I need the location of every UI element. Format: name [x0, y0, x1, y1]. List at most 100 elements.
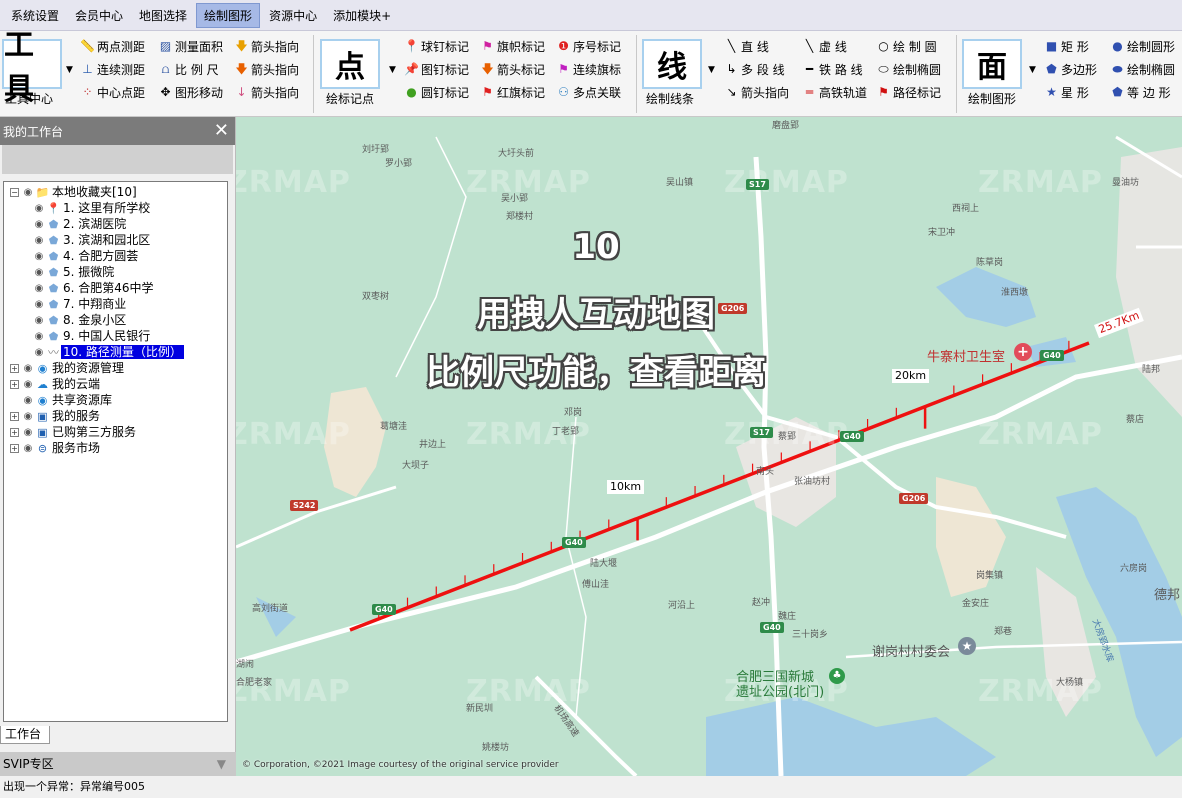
tool-center-button[interactable]: 工具	[2, 28, 62, 107]
chevron-down-icon[interactable]: ▼	[66, 65, 73, 75]
red-flag-marker-button[interactable]: ⚑ 红旗标记	[480, 83, 545, 101]
chevron-down-icon[interactable]: ▼	[1029, 65, 1036, 75]
continuous-flag-button[interactable]: ⚑ 连续旗标	[556, 60, 621, 78]
straight-line-button[interactable]: ╲ 直 线	[724, 37, 769, 55]
park-tree-icon[interactable]: ♣	[829, 668, 845, 684]
draw-face-button[interactable]: 面	[962, 39, 1022, 89]
round-pin-marker-button[interactable]: ● 圆钉标记	[404, 83, 469, 101]
draw-circle-button[interactable]: ○ 绘 制 圆	[876, 37, 936, 55]
eye-icon[interactable]: ◉	[32, 283, 46, 294]
arrow-point-button-2[interactable]: 🡇 箭头指向	[234, 60, 299, 78]
eye-icon[interactable]: ◉	[32, 267, 46, 278]
menu-map-select[interactable]: 地图选择	[132, 4, 194, 27]
menu-add-module[interactable]: 添加模块+	[326, 4, 398, 27]
number-marker-button[interactable]: ❶ 序号标记	[556, 37, 621, 55]
draw-ellipse-shape-button[interactable]: ⬬ 绘制椭圆	[1110, 60, 1175, 78]
road-shield-g40: G40	[1040, 350, 1064, 361]
tree-node-cloud[interactable]: + ◉ ☁ 我的云端	[4, 376, 227, 392]
chevron-down-icon[interactable]: ▼	[708, 65, 715, 75]
tree-item[interactable]: ◉ 📍 1. 这里有所学校	[4, 200, 227, 216]
tree-item[interactable]: ◉ ⬟ 6. 合肥第46中学	[4, 280, 227, 296]
government-icon[interactable]: ★	[958, 637, 976, 655]
tree-node-services[interactable]: + ◉ ▣ 我的服务	[4, 408, 227, 424]
collapse-icon[interactable]: −	[10, 187, 19, 197]
chevron-down-icon[interactable]: ▼	[389, 65, 396, 75]
arrow-point-button-1[interactable]: 🡇 箭头指向	[234, 37, 299, 55]
eye-icon[interactable]: ◉	[21, 395, 35, 406]
path-marker-button[interactable]: ⚑ 路径标记	[876, 83, 941, 101]
tree-node-purchased[interactable]: + ◉ ▣ 已购第三方服务	[4, 424, 227, 440]
eye-icon[interactable]: ◉	[21, 379, 35, 390]
tree-item[interactable]: ◉ ⬟ 2. 滨湖医院	[4, 216, 227, 232]
ball-pin-marker-button[interactable]: 📍 球钉标记	[404, 37, 469, 55]
thumbtack-marker-button[interactable]: 📌 图钉标记	[404, 60, 469, 78]
flag-marker-button[interactable]: ⚑ 旗帜标记	[480, 37, 545, 55]
eye-icon[interactable]: ◉	[21, 411, 35, 422]
arrow-marker-button[interactable]: 🡇 箭头标记	[480, 60, 545, 78]
polygon-button[interactable]: ⬟ 多边形	[1044, 60, 1097, 78]
expand-icon[interactable]: +	[10, 379, 19, 389]
arrow-line-button[interactable]: ↘ 箭头指向	[724, 83, 789, 101]
tree-item-selected[interactable]: ◉ 〰 10. 路径测量（比例）	[4, 344, 227, 360]
place-label: 姚楼坊	[482, 743, 510, 753]
eye-icon[interactable]: ◉	[21, 187, 35, 198]
tree-root[interactable]: − ◉ 📁 本地收藏夹[10]	[4, 184, 227, 200]
menu-member-center[interactable]: 会员中心	[68, 4, 130, 27]
equilateral-button[interactable]: ⬟ 等 边 形	[1110, 83, 1170, 101]
poi-village-committee-label[interactable]: 谢岗村村委会	[872, 641, 950, 660]
tree-item[interactable]: ◉ ⬟ 3. 滨湖和园北区	[4, 232, 227, 248]
eye-icon[interactable]: ◉	[32, 315, 46, 326]
expand-icon[interactable]: +	[10, 443, 19, 453]
tree-node-market[interactable]: + ◉ ⊜ 服务市场	[4, 440, 227, 456]
shape-move-button[interactable]: ✥ 图形移动	[158, 83, 223, 101]
highspeed-rail-button[interactable]: ═ 高铁轨道	[802, 83, 867, 101]
expand-icon[interactable]: +	[10, 411, 19, 421]
two-point-measure-button[interactable]: 📏 两点测距	[80, 37, 145, 55]
draw-point-button[interactable]: 点	[320, 39, 380, 89]
tree-node-resources[interactable]: + ◉ ◉ 我的资源管理	[4, 360, 227, 376]
menu-resource-center[interactable]: 资源中心	[262, 4, 324, 27]
eye-icon[interactable]: ◉	[21, 427, 35, 438]
favorites-tree[interactable]: − ◉ 📁 本地收藏夹[10] ◉ 📍 1. 这里有所学校 ◉ ⬟ 2. 滨湖医院 ◉ ⬟ 3. …	[3, 181, 228, 722]
star-button[interactable]: ★ 星 形	[1044, 83, 1089, 101]
watermark: ZRMAP	[724, 165, 849, 200]
eye-icon[interactable]: ◉	[32, 347, 46, 358]
menu-draw-shapes[interactable]: 绘制图形	[196, 2, 261, 28]
eye-icon[interactable]: ◉	[32, 251, 46, 262]
tree-item[interactable]: ◉ ⬟ 7. 中翔商业	[4, 296, 227, 312]
polyline-button[interactable]: ↳ 多 段 线	[724, 60, 784, 78]
draw-ellipse-line-button[interactable]: ⬭ 绘制椭圆	[876, 60, 941, 78]
draw-circle-shape-button[interactable]: ● 绘制圆形	[1110, 37, 1175, 55]
expand-icon[interactable]: +	[10, 363, 19, 373]
tree-node-shared[interactable]: ◉ ◉ 共享资源库	[4, 392, 227, 408]
tab-workbench[interactable]: 工作台	[0, 726, 50, 744]
tree-item[interactable]: ◉ ⬟ 8. 金泉小区	[4, 312, 227, 328]
railway-line-button[interactable]: ━ 铁 路 线	[802, 60, 863, 78]
scale-button[interactable]: ⩍ 比 例 尺	[158, 60, 219, 78]
map-canvas[interactable]: ZRMAP ZRMAP ZRMAP ZRMAP ZRMAP ZRMAP ZRMA…	[236, 117, 1182, 776]
eye-icon[interactable]: ◉	[32, 203, 46, 214]
arrow-point-button-3[interactable]: ↓ 箭头指向	[234, 83, 299, 101]
continuous-measure-button[interactable]: ⊥ 连续测距	[80, 60, 145, 78]
center-distance-button[interactable]: ⁘ 中心点距	[80, 83, 145, 101]
eye-icon[interactable]: ◉	[32, 299, 46, 310]
eye-icon[interactable]: ◉	[32, 331, 46, 342]
eye-icon[interactable]: ◉	[21, 443, 35, 454]
dashed-line-button[interactable]: ╲ 虚 线	[802, 37, 847, 55]
link-nodes-icon: ⚇	[558, 85, 569, 99]
tree-item[interactable]: ◉ ⬟ 9. 中国人民银行	[4, 328, 227, 344]
expand-icon[interactable]: +	[10, 427, 19, 437]
rectangle-button[interactable]: ■ 矩 形	[1044, 37, 1089, 55]
close-icon[interactable]: ✕	[214, 122, 229, 140]
tree-item[interactable]: ◉ ⬟ 5. 振微院	[4, 264, 227, 280]
hospital-icon[interactable]: +	[1014, 343, 1032, 361]
eye-icon[interactable]: ◉	[21, 363, 35, 374]
svip-panel[interactable]: SVIP专区 ▼	[0, 752, 236, 776]
eye-icon[interactable]: ◉	[32, 235, 46, 246]
draw-line-button[interactable]: 线	[642, 39, 702, 89]
chevron-down-icon[interactable]: ▼	[217, 752, 226, 776]
tree-item[interactable]: ◉ ⬟ 4. 合肥方圆荟	[4, 248, 227, 264]
measure-area-button[interactable]: ▨ 测量面积	[158, 37, 223, 55]
eye-icon[interactable]: ◉	[32, 219, 46, 230]
multi-point-link-button[interactable]: ⚇ 多点关联	[556, 83, 621, 101]
